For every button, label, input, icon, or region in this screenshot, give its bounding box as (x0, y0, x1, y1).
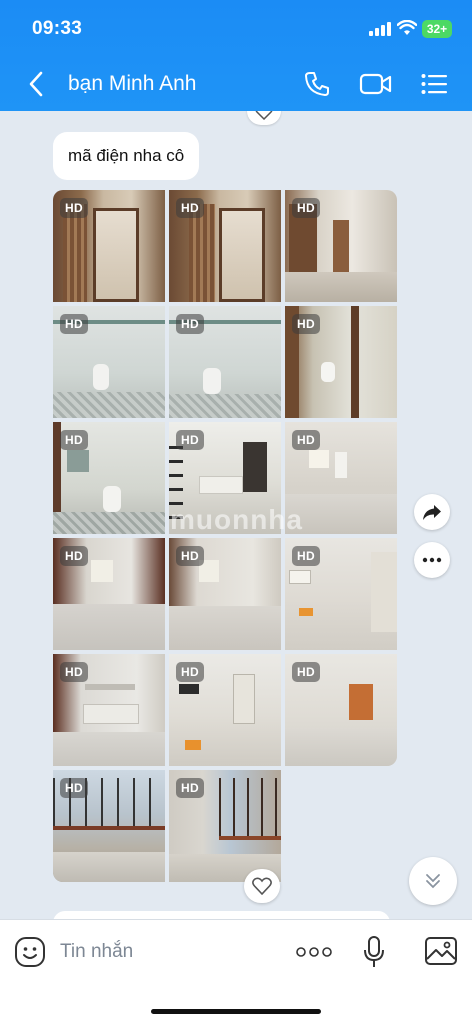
scroll-to-bottom-button[interactable] (409, 857, 457, 905)
hd-badge: HD (60, 546, 88, 566)
photo-thumbnail[interactable]: HD (169, 538, 281, 650)
battery-indicator: 32+ (422, 20, 452, 38)
more-options-button[interactable] (414, 542, 450, 578)
photo-thumbnail[interactable]: HD (53, 190, 165, 302)
contact-name[interactable]: bạn Minh Anh (68, 72, 196, 96)
reaction-heart-button[interactable] (247, 111, 281, 125)
wifi-icon (397, 20, 417, 35)
hd-badge: HD (292, 198, 320, 218)
chat-area[interactable]: mã điện nha cô HD HD HD HD HD HD HD HD H… (0, 111, 472, 919)
photo-thumbnail[interactable]: HD (53, 306, 165, 418)
phone-icon[interactable] (304, 71, 330, 97)
status-bar: 09:33 32+ (0, 16, 472, 44)
text-message-bubble[interactable]: mã điện nha cô (53, 132, 200, 180)
menu-list-icon[interactable] (421, 73, 447, 95)
photo-thumbnail[interactable]: HD (285, 306, 397, 418)
hd-badge: HD (60, 662, 88, 682)
back-arrow-icon[interactable] (26, 70, 48, 98)
more-actions-icon[interactable] (296, 946, 332, 958)
hd-badge: HD (60, 778, 88, 798)
photo-thumbnail[interactable]: HD (169, 306, 281, 418)
hd-badge: HD (176, 430, 204, 450)
message-input[interactable]: Tin nhắn (60, 941, 133, 963)
double-chevron-down-icon (426, 874, 440, 889)
hd-badge: HD (176, 314, 204, 334)
more-dots-icon (422, 557, 442, 563)
heart-icon (255, 111, 273, 120)
hd-badge: HD (60, 198, 88, 218)
cellular-signal-icon (369, 22, 391, 36)
heart-icon (252, 877, 272, 895)
share-arrow-icon (423, 505, 441, 520)
watermark-text: muonnha (170, 504, 303, 535)
photo-thumbnail[interactable]: HD (53, 538, 165, 650)
photo-thumbnail[interactable]: HD (285, 654, 397, 766)
nav-row: bạn Minh Anh (0, 64, 472, 104)
hd-badge: HD (176, 198, 204, 218)
share-button[interactable] (414, 494, 450, 530)
photo-thumbnail[interactable]: HD (285, 538, 397, 650)
microphone-icon[interactable] (363, 936, 385, 968)
reaction-heart-button[interactable] (244, 869, 280, 903)
photo-album-grid: HD HD HD HD HD HD HD HD HD HD HD HD HD H… (53, 190, 397, 882)
photo-thumbnail[interactable]: HD (53, 770, 165, 882)
image-gallery-icon[interactable] (425, 937, 457, 965)
hd-badge: HD (60, 314, 88, 334)
status-time: 09:33 (32, 18, 83, 39)
home-indicator (151, 1009, 321, 1014)
chat-header: 09:33 32+ bạn Minh Anh (0, 0, 472, 111)
hd-badge: HD (292, 430, 320, 450)
video-call-icon[interactable] (359, 72, 393, 96)
photo-thumbnail[interactable]: HD (169, 190, 281, 302)
hd-badge: HD (292, 546, 320, 566)
sticker-emoji-icon[interactable] (14, 936, 46, 968)
next-message-bubble[interactable] (53, 911, 390, 919)
hd-badge: HD (292, 314, 320, 334)
message-composer: Tin nhắn (0, 919, 472, 1024)
photo-thumbnail[interactable]: HD (169, 770, 281, 882)
photo-thumbnail[interactable]: HD (285, 190, 397, 302)
photo-thumbnail[interactable]: HD (53, 654, 165, 766)
hd-badge: HD (176, 662, 204, 682)
hd-badge: HD (292, 662, 320, 682)
hd-badge: HD (176, 778, 204, 798)
photo-thumbnail[interactable]: HD (169, 654, 281, 766)
hd-badge: HD (176, 546, 204, 566)
photo-thumbnail[interactable]: HD (53, 422, 165, 534)
hd-badge: HD (60, 430, 88, 450)
